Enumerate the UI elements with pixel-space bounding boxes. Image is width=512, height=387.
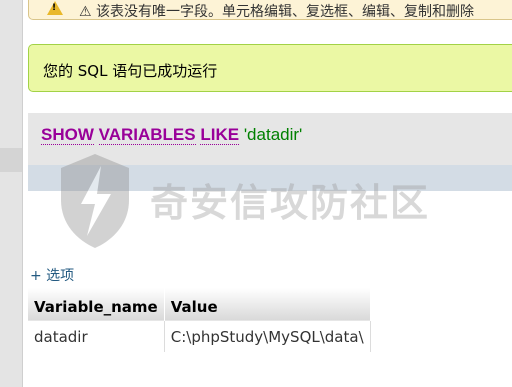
sql-query: SHOW VARIABLES LIKE 'datadir' xyxy=(41,125,302,145)
sidebar-divider[interactable] xyxy=(22,0,23,387)
cell-variable-name: datadir xyxy=(28,320,165,352)
left-sidebar-band xyxy=(0,148,22,172)
options-link[interactable]: + 选项 xyxy=(30,265,74,285)
cell-value[interactable]: C:\phpStudy\MySQL\data\ xyxy=(163,320,371,352)
success-message: 您的 SQL 语句已成功运行 xyxy=(28,44,512,92)
sql-toolbar xyxy=(28,165,512,191)
success-text: 您的 SQL 语句已成功运行 xyxy=(43,62,218,80)
warning-text: ⚠ 该表没有唯一字段。单元格编辑、复选框、编辑、复制和删除 xyxy=(79,4,474,20)
warning-message: ! ⚠ 该表没有唯一字段。单元格编辑、复选框、编辑、复制和删除 xyxy=(28,0,512,20)
results-table: Variable_name Value datadir C:\phpStudy\… xyxy=(28,288,371,352)
sql-string-literal: 'datadir' xyxy=(243,125,303,144)
table-row: datadir C:\phpStudy\MySQL\data\ xyxy=(28,320,371,352)
column-header-variable-name[interactable]: Variable_name xyxy=(28,288,165,321)
sql-keyword-show[interactable]: SHOW xyxy=(41,125,94,145)
sql-keyword-like[interactable]: LIKE xyxy=(200,125,240,145)
sql-query-box: SHOW VARIABLES LIKE 'datadir' xyxy=(28,113,512,165)
results-header-row: Variable_name Value xyxy=(28,288,371,321)
warning-icon: ! xyxy=(47,1,63,15)
left-sidebar-edge xyxy=(0,0,22,387)
sql-keyword-variables[interactable]: VARIABLES xyxy=(98,125,196,145)
column-header-value[interactable]: Value xyxy=(164,288,371,321)
